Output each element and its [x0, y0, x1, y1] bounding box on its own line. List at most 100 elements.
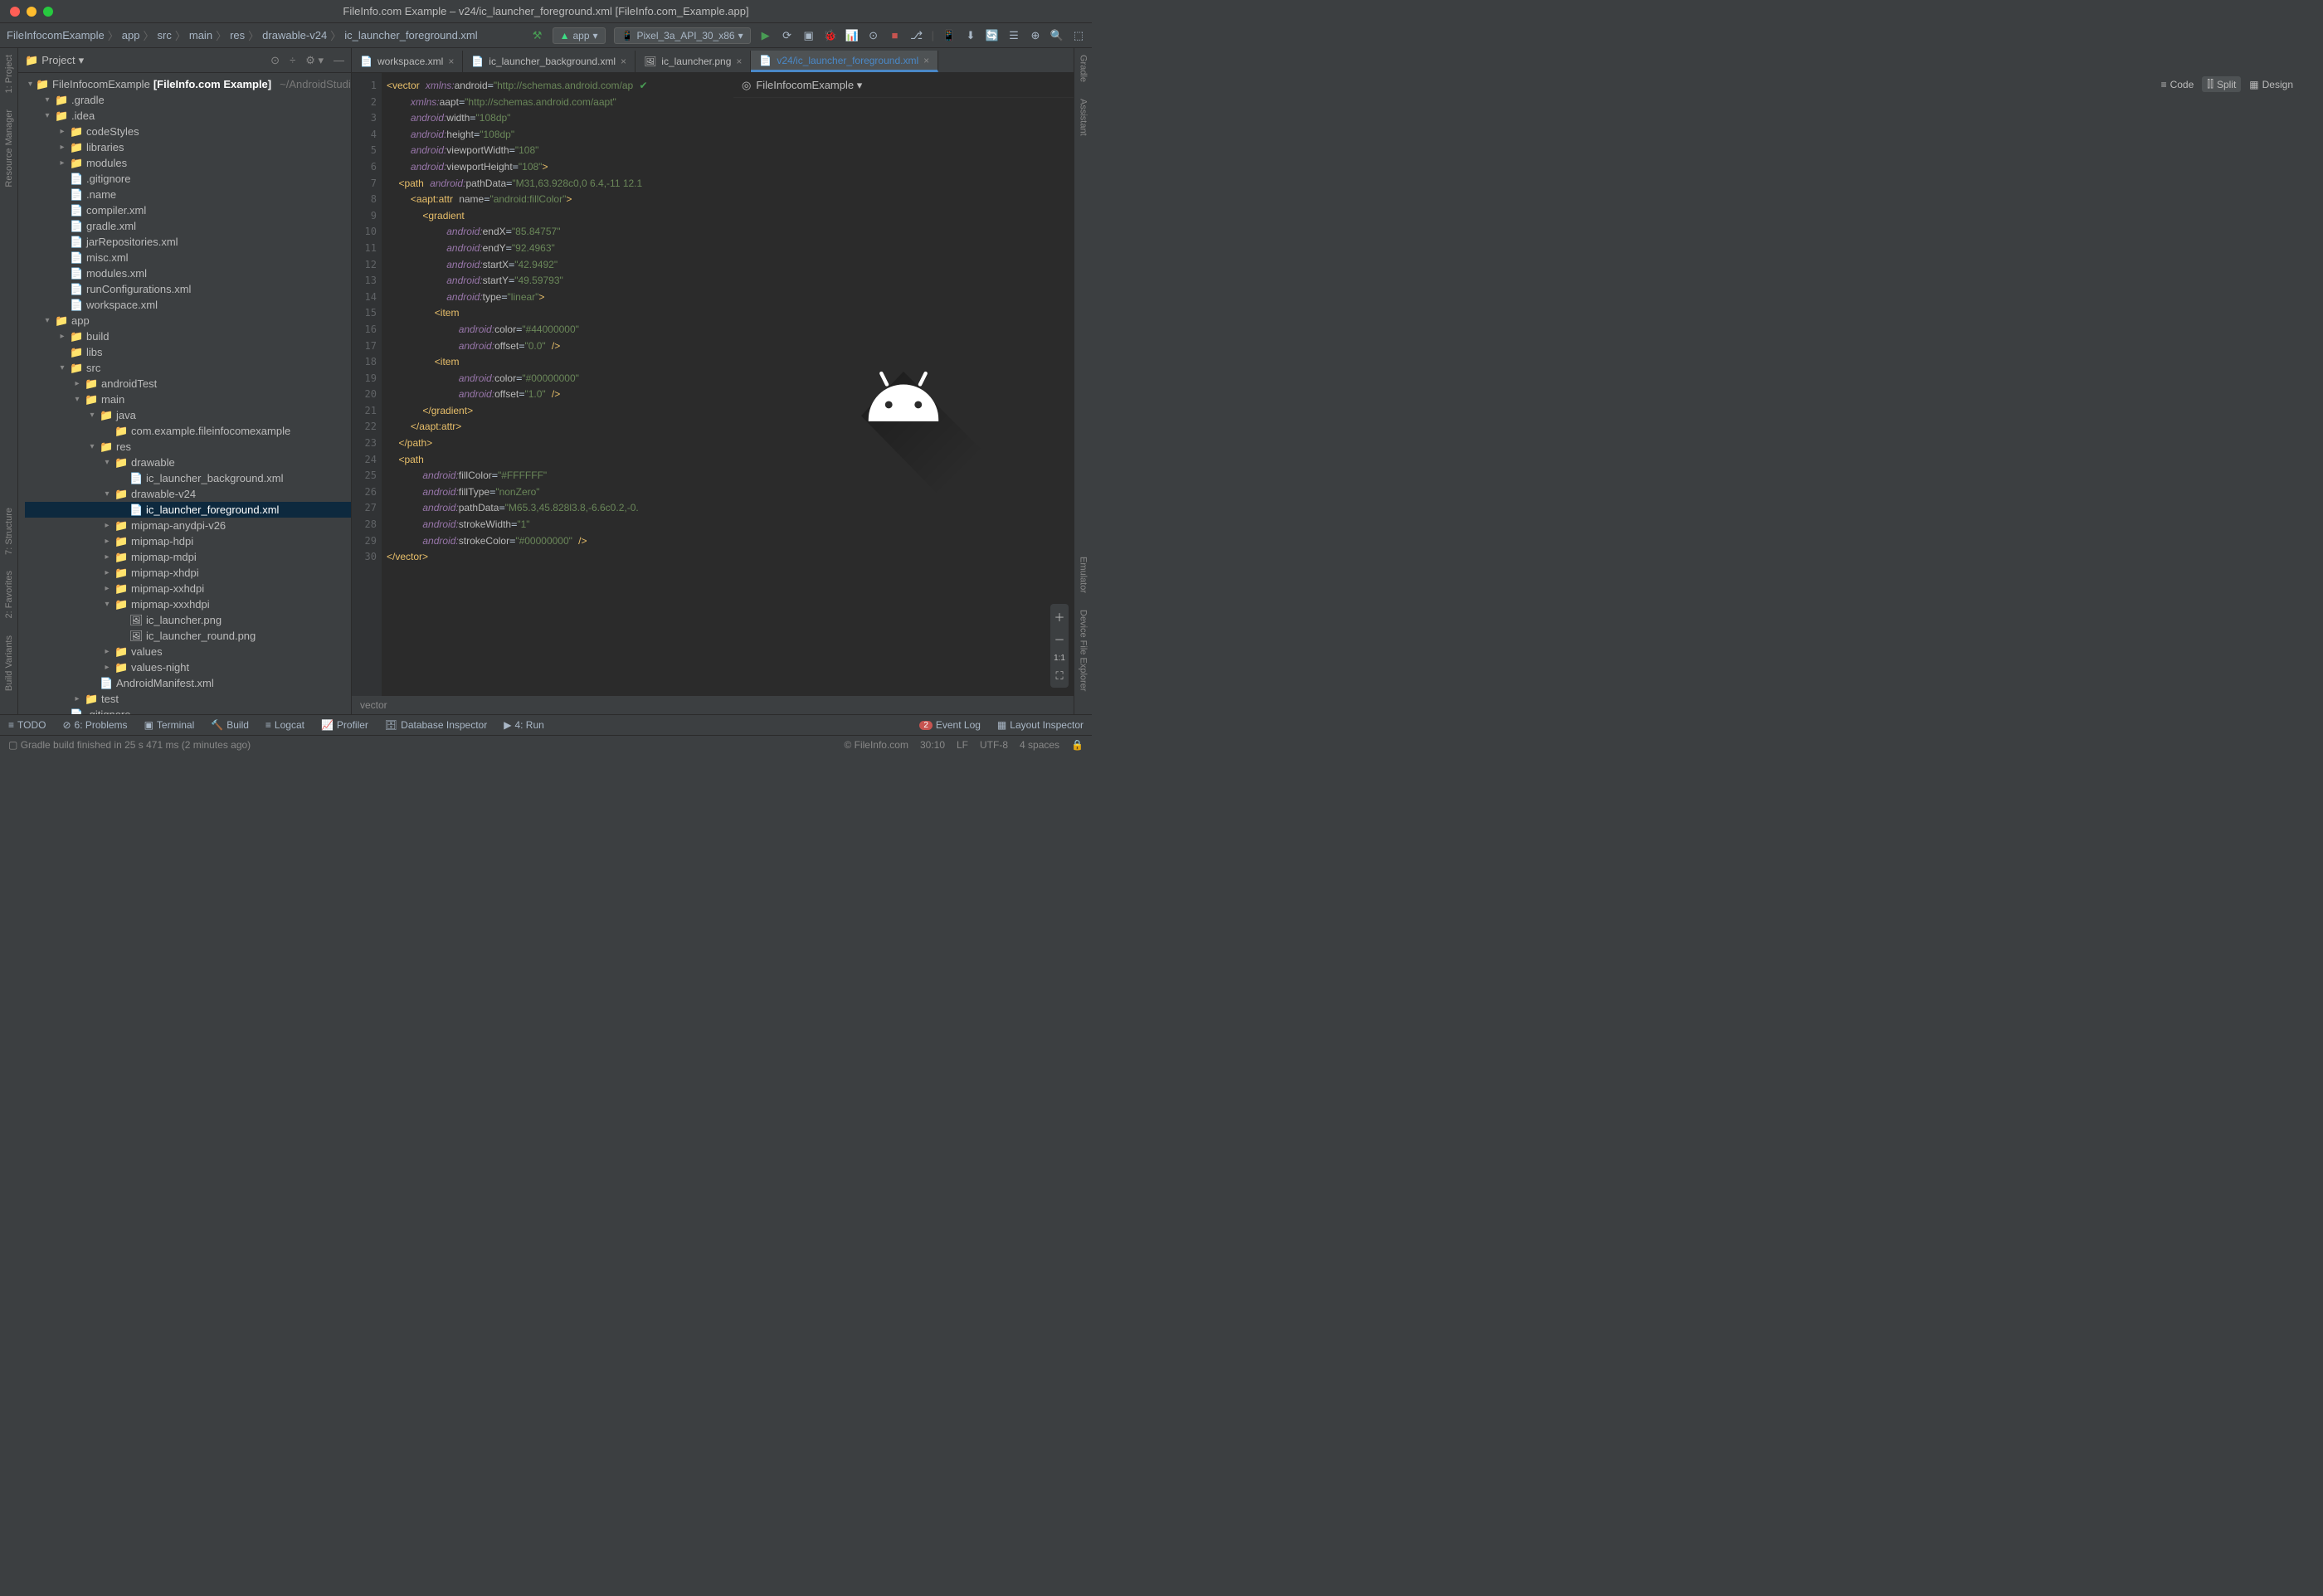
todo-btn[interactable]: ≡ TODO — [8, 719, 46, 731]
stripe-project[interactable]: 1: Project — [4, 55, 14, 93]
tree-row[interactable]: 📁com.example.fileinfocomexample — [25, 423, 351, 439]
tree-row[interactable]: ▾📁app — [25, 313, 351, 328]
debug-icon[interactable]: 🐞 — [824, 29, 837, 42]
profiler-icon[interactable]: 📊 — [845, 29, 859, 42]
zoom-out-icon[interactable]: － — [1054, 631, 1065, 647]
tree-row[interactable]: ▾📁drawable — [25, 455, 351, 470]
run-tool-btn[interactable]: ▶ 4: Run — [504, 719, 544, 731]
gutter[interactable]: 1234567891011121314151617181920212223242… — [352, 73, 382, 696]
tree-row[interactable]: 📄jarRepositories.xml — [25, 234, 351, 250]
sidebar-view-select[interactable]: 📁 Project ▾ — [25, 54, 84, 67]
collapse-icon[interactable]: ÷ — [290, 54, 295, 67]
stripe-favorites[interactable]: 2: Favorites — [4, 571, 14, 618]
minimize-icon[interactable] — [27, 7, 37, 17]
tree-row[interactable]: ▸📁codeStyles — [25, 124, 351, 139]
breadcrumb-item[interactable]: app — [122, 29, 140, 41]
tree-row[interactable]: 📄compiler.xml — [25, 202, 351, 218]
tree-row[interactable]: 🖼ic_launcher.png — [25, 612, 351, 628]
zoom-in-icon[interactable]: ＋ — [1054, 609, 1065, 625]
breadcrumb-item[interactable]: res — [230, 29, 245, 41]
gear-icon[interactable]: ⚙ ▾ — [305, 54, 324, 67]
preview-config-combo[interactable]: FileInfocomExample ▾ — [756, 79, 862, 92]
breadcrumb-item[interactable]: ic_launcher_foreground.xml — [344, 29, 477, 41]
tree-row[interactable]: ▸📁libraries — [25, 139, 351, 155]
preview-canvas[interactable]: ＋ － 1:1 ⛶ — [733, 98, 1074, 696]
tree-row[interactable]: 📁libs — [25, 344, 351, 360]
device-combo[interactable]: 📱Pixel_3a_API_30_x86▾ — [614, 27, 751, 44]
breadcrumb-item[interactable]: FileInfocomExample — [7, 29, 105, 41]
tree-row[interactable]: ▸📁mipmap-mdpi — [25, 549, 351, 565]
tree-row[interactable]: ▸📁modules — [25, 155, 351, 171]
line-ending[interactable]: LF — [957, 739, 968, 751]
tree-row[interactable]: 📄workspace.xml — [25, 297, 351, 313]
tree-row[interactable]: ▾📁java — [25, 407, 351, 423]
tree-row[interactable]: 📄.gitignore — [25, 707, 351, 714]
tree-row[interactable]: ▸📁androidTest — [25, 376, 351, 392]
tree-row[interactable]: ▸📁mipmap-xhdpi — [25, 565, 351, 581]
stripe-emulator[interactable]: Emulator — [1079, 557, 1088, 593]
tree-row[interactable]: 📄ic_launcher_foreground.xml — [25, 502, 351, 518]
editor-breadcrumb[interactable]: vector — [352, 696, 1074, 714]
editor-tab[interactable]: 📄workspace.xml× — [352, 51, 463, 72]
event-log-btn[interactable]: 2 Event Log — [919, 719, 981, 731]
lock-icon[interactable]: 🔒 — [1071, 739, 1084, 751]
tree-row[interactable]: ▾📁FileInfocomExample [FileInfo.com Examp… — [25, 76, 351, 92]
stripe-assistant[interactable]: Assistant — [1079, 99, 1088, 136]
breadcrumb-item[interactable]: main — [189, 29, 212, 41]
tree-row[interactable]: 📄misc.xml — [25, 250, 351, 265]
problems-btn[interactable]: ⊘ 6: Problems — [62, 719, 127, 731]
build-btn[interactable]: 🔨 Build — [211, 719, 249, 731]
zoom-reset-icon[interactable]: 1:1 — [1054, 654, 1065, 663]
tree-row[interactable]: 📄.name — [25, 187, 351, 202]
editor-tab[interactable]: 📄v24/ic_launcher_foreground.xml× — [751, 51, 938, 72]
tree-row[interactable]: ▸📁values-night — [25, 659, 351, 675]
tree-row[interactable]: 🖼ic_launcher_round.png — [25, 628, 351, 644]
sync-icon[interactable]: 🔄 — [986, 29, 999, 42]
stripe-build-variants[interactable]: Build Variants — [4, 635, 14, 691]
tree-row[interactable]: ▸📁mipmap-hdpi — [25, 533, 351, 549]
layout-inspector-btn[interactable]: ▦ Layout Inspector — [997, 719, 1084, 731]
tree-row[interactable]: ▾📁res — [25, 439, 351, 455]
breadcrumb-item[interactable]: src — [158, 29, 172, 41]
apply-changes-icon[interactable]: ⟳ — [781, 29, 794, 42]
stripe-device-explorer[interactable]: Device File Explorer — [1079, 610, 1088, 691]
search-icon[interactable]: 🔍 — [1050, 29, 1064, 42]
tree-row[interactable]: 📄runConfigurations.xml — [25, 281, 351, 297]
cursor-position[interactable]: 30:10 — [920, 739, 945, 751]
tree-row[interactable]: ▾📁main — [25, 392, 351, 407]
hide-icon[interactable]: — — [334, 54, 344, 67]
tree-row[interactable]: 📄AndroidManifest.xml — [25, 675, 351, 691]
encoding[interactable]: UTF-8 — [980, 739, 1008, 751]
db-inspector-btn[interactable]: 🗄 Database Inspector — [385, 719, 487, 731]
tree-row[interactable]: 📄.gitignore — [25, 171, 351, 187]
tree-row[interactable]: ▸📁build — [25, 328, 351, 344]
avd-icon[interactable]: 📱 — [942, 29, 956, 42]
stripe-structure[interactable]: 7: Structure — [4, 508, 14, 555]
code-view-btn[interactable]: ≡ Code — [2161, 76, 2194, 92]
tree-row[interactable]: 📄modules.xml — [25, 265, 351, 281]
editor-tab[interactable]: 🖼ic_launcher.png× — [636, 51, 751, 72]
tree-row[interactable]: ▾📁.idea — [25, 108, 351, 124]
code-editor[interactable]: <vector xmlns:android="http://schemas.an… — [382, 73, 733, 696]
stripe-resource-manager[interactable]: Resource Manager — [4, 109, 14, 187]
stop-icon[interactable]: ■ — [889, 29, 902, 42]
tree-row[interactable]: ▾📁src — [25, 360, 351, 376]
tree-row[interactable]: ▸📁mipmap-xxhdpi — [25, 581, 351, 596]
design-view-btn[interactable]: ▦ Design — [2249, 76, 2293, 92]
breadcrumb-item[interactable]: drawable-v24 — [262, 29, 327, 41]
logcat-btn[interactable]: ≡ Logcat — [265, 719, 304, 731]
zoom-fit-icon[interactable]: ⛶ — [1055, 669, 1063, 683]
hammer-icon[interactable]: ⚒ — [531, 29, 544, 42]
tree-row[interactable]: ▾📁.gradle — [25, 92, 351, 108]
select-file-icon[interactable]: ⊙ — [270, 54, 280, 67]
project-tree[interactable]: ▾📁FileInfocomExample [FileInfo.com Examp… — [18, 73, 351, 714]
profiler-btn[interactable]: 📈 Profiler — [321, 719, 368, 731]
indent[interactable]: 4 spaces — [1020, 739, 1059, 751]
editor-tab[interactable]: 📄ic_launcher_background.xml× — [463, 51, 636, 72]
tree-row[interactable]: 📄ic_launcher_background.xml — [25, 470, 351, 486]
coverage-icon[interactable]: ▣ — [802, 29, 816, 42]
terminal-btn[interactable]: ▣ Terminal — [144, 719, 195, 731]
vcs-icon[interactable]: ⎇ — [910, 29, 923, 42]
target-icon[interactable]: ◎ — [742, 79, 751, 92]
run-icon[interactable]: ▶ — [759, 29, 772, 42]
